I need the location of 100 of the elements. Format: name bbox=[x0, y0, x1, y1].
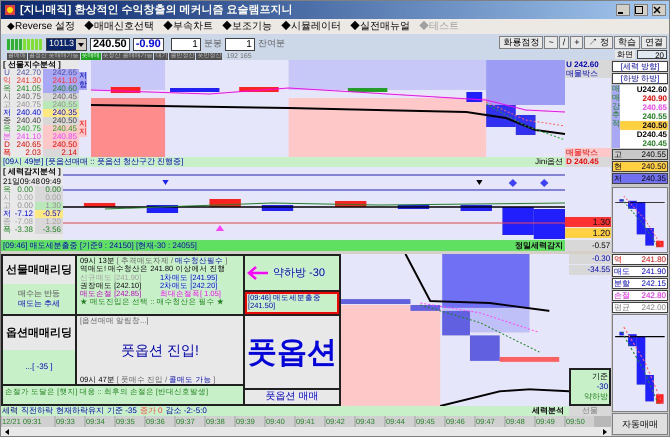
trend-text: 현재하락유지 bbox=[56, 406, 104, 416]
tool-button[interactable]: 연결 bbox=[641, 36, 667, 49]
candle bbox=[170, 88, 220, 92]
row-label: 폭 bbox=[3, 226, 11, 234]
row-label: 옥 bbox=[3, 125, 11, 133]
change-field: -0.90 bbox=[132, 38, 164, 50]
menu-item[interactable]: ◆시뮬레이터 bbox=[281, 19, 342, 34]
reading-value: -0.57 bbox=[565, 240, 612, 251]
order-label: 손절 bbox=[614, 291, 630, 300]
menu-item[interactable]: ◆실전매뉴얼 bbox=[350, 19, 410, 34]
candle bbox=[348, 88, 388, 92]
basis-text: 약하방 bbox=[584, 392, 608, 402]
source-label: Jini옵션 bbox=[535, 157, 564, 167]
window-title: [지니매직] 환상적인 수익창출의 메커니즘 요술램프지니 bbox=[20, 2, 294, 18]
symbol-select[interactable]: 101L3 bbox=[46, 38, 88, 50]
tool-button[interactable]: ↗ 정 bbox=[584, 36, 613, 49]
panel-title: [ 세력감지분석 ] bbox=[3, 167, 62, 177]
candle bbox=[534, 209, 566, 239]
row-label: 시 bbox=[3, 93, 11, 101]
value-cell: 1.30 bbox=[35, 202, 63, 210]
tracker-value: 240.50 bbox=[642, 121, 667, 130]
left-arrow-icon bbox=[247, 266, 269, 280]
remaining-unit: 잔여분 bbox=[258, 37, 285, 50]
value-cell: 242.65 bbox=[43, 69, 79, 77]
tool-button[interactable]: 화룡점정 bbox=[499, 36, 544, 49]
value-cell: 240.45 bbox=[43, 93, 79, 101]
maximize-icon[interactable] bbox=[634, 4, 648, 16]
basis-text: -30 bbox=[596, 382, 608, 392]
menu-item[interactable]: ◆보조기능 bbox=[222, 19, 272, 34]
tracker-value: 240.65 bbox=[642, 103, 667, 112]
candle bbox=[620, 332, 624, 336]
tool-button[interactable]: ~ bbox=[544, 36, 558, 49]
value-cell: 240.50 bbox=[43, 117, 79, 125]
level-label: 저 bbox=[614, 174, 622, 183]
auto-trade-button[interactable]: 자동매매 bbox=[612, 413, 668, 435]
row-label: 옥 bbox=[3, 186, 11, 194]
tool-button[interactable]: 학습 bbox=[614, 36, 640, 49]
price-line bbox=[614, 202, 666, 203]
trend-text: 감소 -2:-5:0 bbox=[165, 406, 207, 416]
value-cell-text: 2.03 bbox=[24, 149, 42, 157]
order-label: 평균 bbox=[614, 303, 630, 312]
row-label: U bbox=[4, 69, 10, 77]
screen-field[interactable]: 20 bbox=[637, 50, 667, 59]
level-value: 240.35 bbox=[642, 174, 666, 183]
candle bbox=[620, 199, 624, 202]
candle bbox=[398, 205, 430, 209]
level-value: 240.55 bbox=[642, 150, 666, 159]
row-label: 종 bbox=[3, 218, 11, 226]
order-label: 매도 bbox=[614, 267, 630, 276]
signal-subtitle: 풋옵션 매매 bbox=[245, 390, 339, 404]
down-marker bbox=[476, 180, 483, 185]
price-line bbox=[615, 336, 665, 338]
panel-title: [ 선물지수분석 ] bbox=[3, 60, 62, 69]
detector-label: 정밀세력감지 bbox=[515, 240, 564, 251]
direction-title: [세력 방향] bbox=[612, 61, 668, 72]
time-text: 09:49 bbox=[40, 177, 61, 186]
tool-button[interactable]: / bbox=[558, 36, 570, 49]
value-cell-text: 240.40 bbox=[16, 117, 42, 125]
value-cell: 240.55 bbox=[43, 101, 79, 109]
value-cell: 240.35 bbox=[43, 109, 79, 117]
note-text: 매도는 추세 bbox=[18, 299, 60, 309]
close-icon[interactable] bbox=[652, 4, 666, 16]
candle bbox=[84, 203, 116, 207]
value-cell-text: 241.10 bbox=[16, 133, 42, 141]
price-field: 240.50 bbox=[90, 38, 130, 50]
value-cell-text: 240.65 bbox=[16, 141, 42, 149]
row-label: 종 bbox=[3, 117, 11, 125]
value-cell-text: 240.75 bbox=[16, 125, 42, 133]
menu-item[interactable]: ◆부속차트 bbox=[163, 19, 214, 34]
row-label: 폭 bbox=[3, 149, 11, 157]
signal-strength-icon bbox=[7, 38, 43, 50]
low-value: 1.20 bbox=[565, 228, 612, 238]
status-text: [09:46] 매도세분출중 [기준9 : 24150] [현재-30 : 24055] bbox=[3, 240, 197, 251]
minimize-icon[interactable] bbox=[616, 4, 630, 16]
tool-button[interactable]: + bbox=[570, 36, 584, 49]
value-cell: 0.00 bbox=[35, 194, 63, 202]
candle bbox=[502, 207, 534, 235]
row-label: 고 bbox=[3, 101, 11, 109]
box-label: 매물박스 bbox=[565, 69, 612, 78]
menu-item[interactable]: ◆매매신호선택 bbox=[84, 19, 154, 34]
tracker-label: 매매강추적 bbox=[612, 85, 620, 148]
value-cell: 240.85 bbox=[43, 133, 79, 141]
value-cell: 240.45 bbox=[43, 125, 79, 133]
note-text: 매수는 반등 bbox=[18, 289, 60, 299]
row-label: 저 bbox=[3, 210, 11, 218]
trend-text: 기준 -35 bbox=[107, 406, 137, 416]
order-label: 분할 bbox=[614, 279, 630, 288]
tracker-value: 240.45 bbox=[642, 139, 667, 148]
menu-item[interactable]: ◆Reverse 설정 bbox=[7, 19, 76, 34]
order-value: 242.15 bbox=[642, 279, 666, 288]
interval-field[interactable]: 1 bbox=[170, 38, 201, 50]
remaining-field[interactable]: 1 bbox=[224, 38, 255, 50]
screen-label: 화면 bbox=[615, 50, 635, 59]
value-cell-text: -7.08 bbox=[14, 218, 34, 226]
row-label: 저 bbox=[3, 109, 11, 117]
down-marker bbox=[162, 180, 169, 185]
value-cell: 241.10 bbox=[43, 77, 79, 85]
row-label: 시 bbox=[3, 194, 11, 202]
upper-price: U 242.60 bbox=[565, 60, 612, 69]
leading-title: 옵션매매리딩 bbox=[5, 326, 73, 341]
